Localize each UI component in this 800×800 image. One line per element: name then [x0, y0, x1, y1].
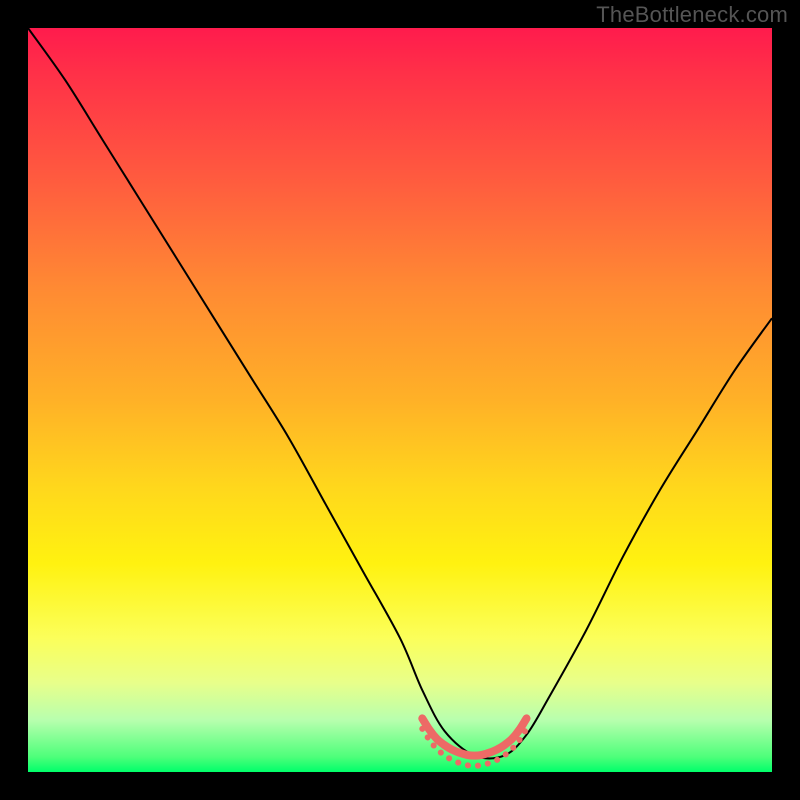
watermark-text: TheBottleneck.com	[596, 2, 788, 28]
sweet-spot-band-path	[422, 718, 526, 755]
chart-svg	[28, 28, 772, 772]
chart-area	[28, 28, 772, 772]
bottleneck-curve-path	[28, 28, 772, 758]
